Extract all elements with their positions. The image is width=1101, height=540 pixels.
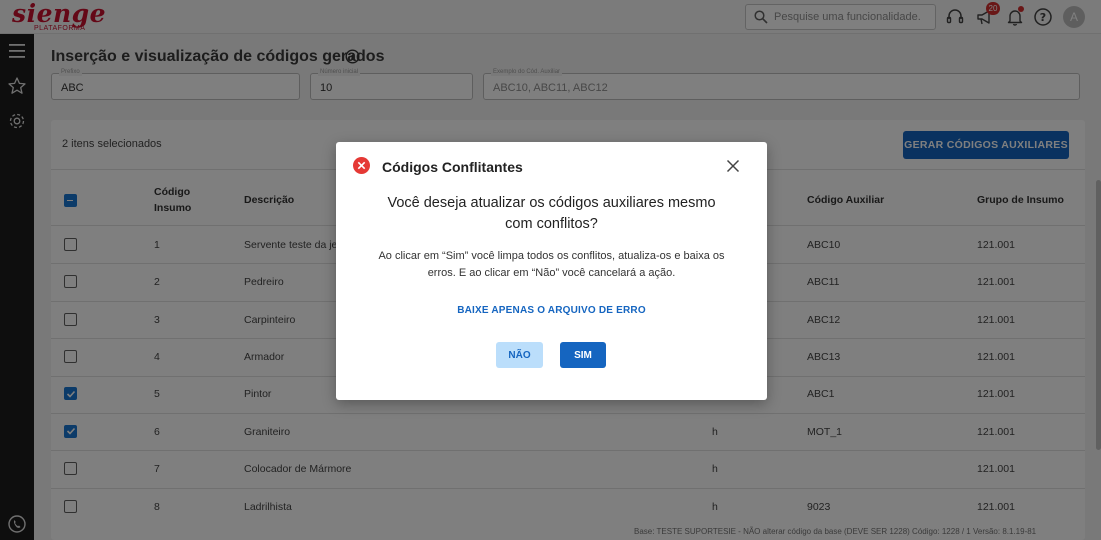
- dialog-title: Códigos Conflitantes: [382, 159, 523, 175]
- close-icon[interactable]: [726, 159, 740, 173]
- download-errors-link[interactable]: BAIXE APENAS O ARQUIVO DE ERRO: [336, 305, 767, 316]
- yes-button[interactable]: SIM: [560, 342, 606, 368]
- conflict-dialog: Códigos Conflitantes Você deseja atualiz…: [336, 142, 767, 400]
- no-button[interactable]: NÃO: [496, 342, 543, 368]
- error-icon: [353, 157, 370, 174]
- dialog-body: Ao clicar em “Sim” você limpa todos os c…: [378, 250, 725, 279]
- dialog-question: Você deseja atualizar os códigos auxilia…: [387, 195, 716, 232]
